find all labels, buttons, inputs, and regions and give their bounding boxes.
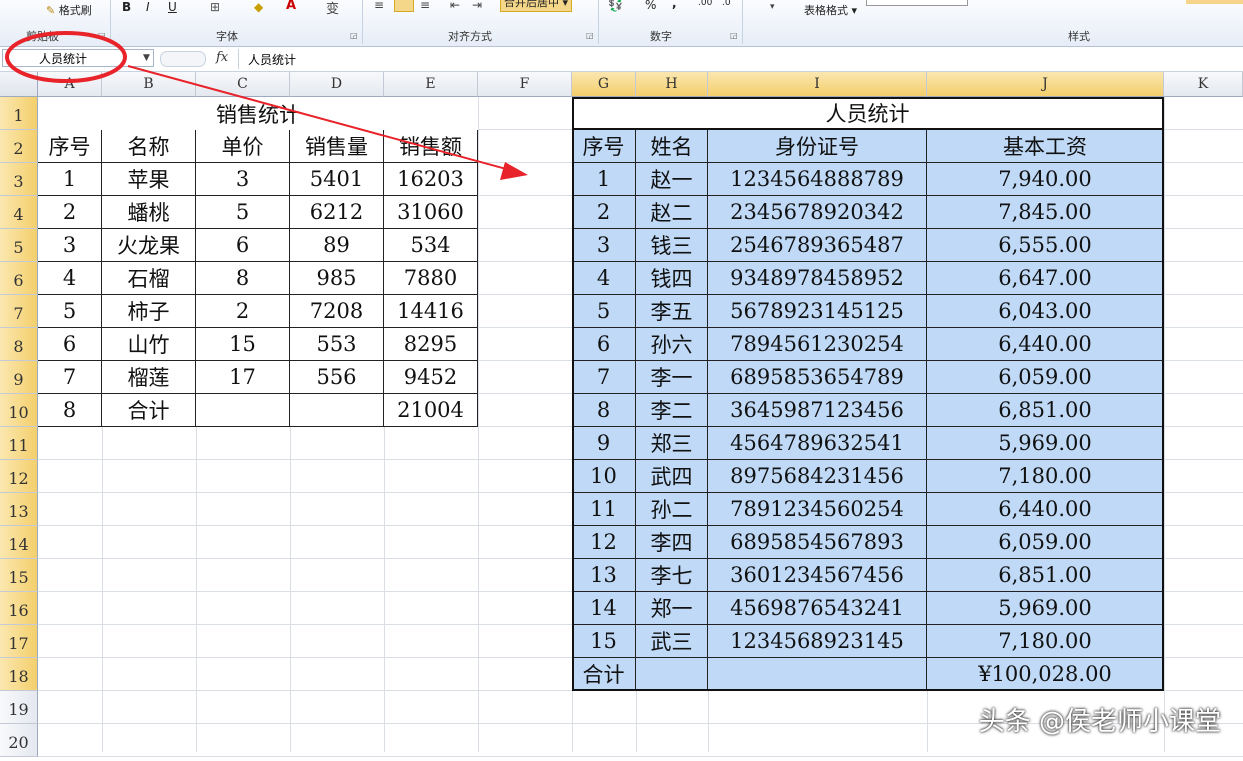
annotation-arrow-line bbox=[127, 65, 511, 171]
annotation-arrow-head bbox=[500, 162, 528, 180]
gridline bbox=[38, 756, 1243, 757]
annotation-circle bbox=[5, 31, 127, 83]
annotation-layer bbox=[5, 31, 528, 180]
